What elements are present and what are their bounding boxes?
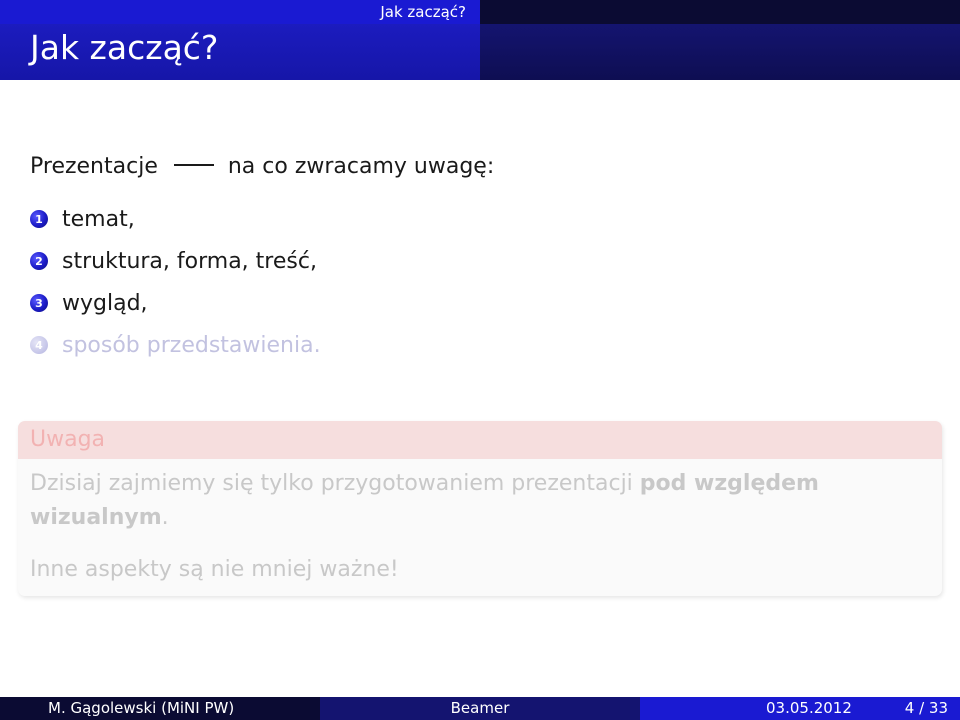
footer-author: M. Gągolewski (MiNI PW): [0, 697, 320, 720]
header-dark-band: [480, 24, 960, 80]
slide-footer: M. Gągolewski (MiNI PW) Beamer 03.05.201…: [0, 697, 960, 720]
nav-section-link[interactable]: Jak zacząć?: [0, 0, 480, 24]
intro-line: Prezentacje na co zwracamy uwagę:: [30, 154, 494, 179]
alert-emphasis: pod względem: [639, 471, 819, 496]
enum-number-ball: 3: [30, 294, 48, 312]
em-dash: [173, 164, 214, 166]
footer-date-page: 03.05.2012 4 / 33: [640, 697, 960, 720]
intro-right-text: na co zwracamy uwagę:: [227, 154, 495, 179]
list-item: 1 temat,: [30, 198, 321, 240]
header-nav-band: [480, 0, 960, 24]
list-item-text: struktura, forma, treść,: [62, 248, 317, 274]
list-item-text: temat,: [62, 206, 135, 232]
alert-block: Uwaga Dzisiaj zajmiemy się tylko przygot…: [18, 421, 942, 596]
enum-number-ball: 1: [30, 210, 48, 228]
alert-paragraph-1: Dzisiaj zajmiemy się tylko przygotowanie…: [30, 467, 930, 535]
enum-number-ball: 4: [30, 336, 48, 354]
footer-title: Beamer: [320, 697, 640, 720]
alert-period: .: [161, 505, 169, 530]
slide-header: Jak zacząć? Jak zacząć?: [0, 0, 960, 80]
enumerated-list: 1 temat, 2 struktura, forma, treść, 3 wy…: [30, 198, 321, 366]
list-item-text: wygląd,: [62, 290, 148, 316]
alert-block-title: Uwaga: [18, 421, 942, 459]
intro-left-text: Prezentacje: [30, 154, 158, 179]
list-item: 2 struktura, forma, treść,: [30, 240, 321, 282]
alert-paragraph-2: Inne aspekty są nie mniej ważne!: [30, 557, 399, 582]
footer-date: 03.05.2012: [766, 699, 852, 717]
alert-text: Dzisiaj zajmiemy się tylko przygotowanie…: [30, 471, 640, 496]
alert-block-body: Dzisiaj zajmiemy się tylko przygotowanie…: [18, 459, 942, 587]
list-item: 3 wygląd,: [30, 282, 321, 324]
enum-number-ball: 2: [30, 252, 48, 270]
list-item-faded: 4 sposób przedstawienia.: [30, 324, 321, 366]
frame-title: Jak zacząć?: [30, 28, 219, 67]
list-item-text: sposób przedstawienia.: [62, 332, 321, 358]
alert-emphasis: wizualnym: [30, 505, 162, 530]
footer-page-number: 4 / 33: [904, 699, 948, 717]
